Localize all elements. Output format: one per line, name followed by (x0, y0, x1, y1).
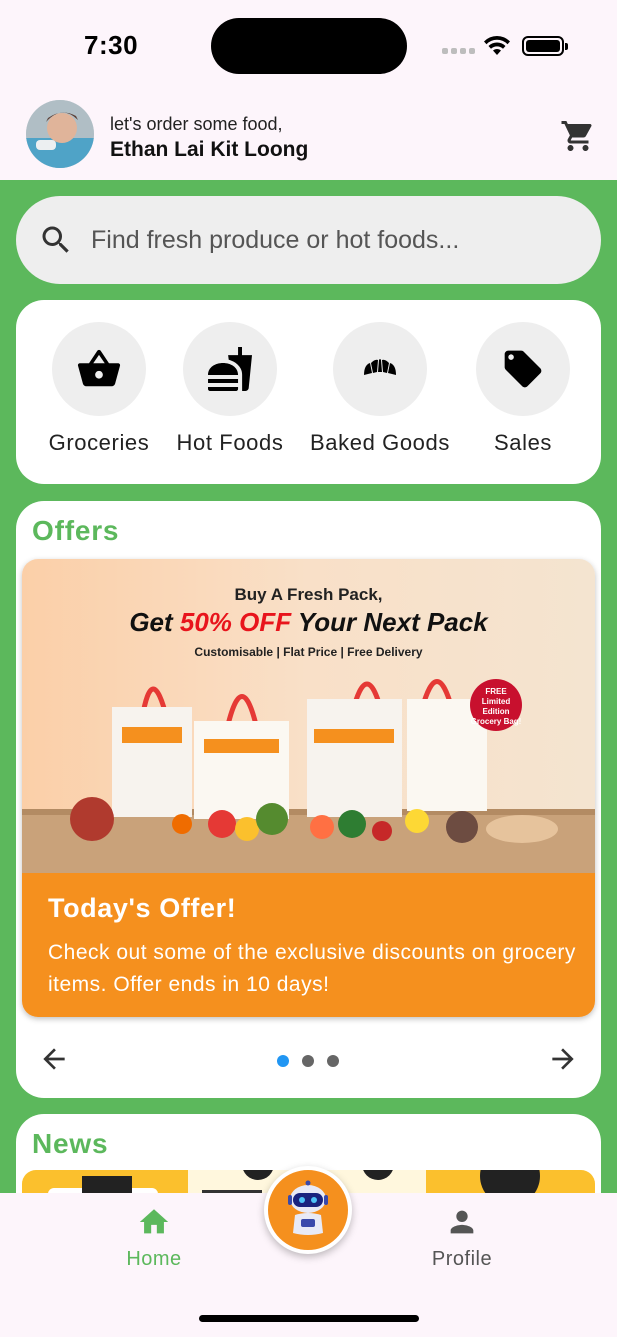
wifi-icon (484, 35, 510, 55)
user-name: Ethan Lai Kit Loong (110, 138, 309, 161)
category-label: Baked Goods (310, 430, 450, 455)
avatar[interactable] (26, 100, 94, 168)
categories-card: Groceries Hot Foods Baked Goods Sales (16, 300, 601, 484)
battery-icon (522, 36, 568, 56)
fast-food-icon (208, 347, 252, 391)
shopping-basket-icon (77, 349, 121, 387)
category-groceries[interactable]: Groceries (24, 322, 174, 456)
robot-assistant-icon (288, 1180, 328, 1235)
header: let's order some food, Ethan Lai Kit Loo… (0, 92, 617, 180)
shopping-cart-icon[interactable] (560, 118, 596, 154)
cellular-signal-icon (442, 48, 475, 54)
assistant-button[interactable] (264, 1166, 352, 1254)
search-input[interactable] (91, 220, 581, 260)
arrow-right-icon[interactable] (547, 1043, 579, 1075)
news-title: News (32, 1128, 109, 1159)
tag-icon (504, 350, 542, 388)
carousel-dot[interactable] (327, 1055, 339, 1067)
category-label: Hot Foods (176, 430, 284, 455)
main-content: Groceries Hot Foods Baked Goods (0, 180, 617, 1193)
category-sales[interactable]: Sales (448, 322, 598, 456)
search-icon (42, 226, 69, 253)
nav-profile[interactable]: Profile (402, 1205, 522, 1271)
dynamic-island (211, 18, 407, 74)
offer-body: Today's Offer! Check out some of the exc… (22, 873, 595, 1017)
category-label: Groceries (48, 430, 150, 455)
carousel-dot[interactable] (277, 1055, 289, 1067)
person-icon (450, 1210, 474, 1234)
offer-banner-image: Buy A Fresh Pack, Get 50% OFF Your Next … (22, 559, 595, 873)
home-indicator (199, 1315, 419, 1322)
offer-slide[interactable]: Buy A Fresh Pack, Get 50% OFF Your Next … (22, 559, 595, 1017)
croissant-icon (364, 359, 396, 375)
offers-card: Offers Buy A Fresh Pack, Get 50% OFF You… (16, 501, 601, 1098)
greeting-text: let's order some food, (110, 114, 283, 134)
nav-home-label: Home (126, 1248, 182, 1270)
status-bar: 7:30 (0, 0, 617, 92)
banner-subtext: Customisable | Flat Price | Free Deliver… (194, 645, 423, 659)
offer-title: Today's Offer! (48, 893, 237, 923)
category-hot-foods[interactable]: Hot Foods (155, 322, 305, 456)
offers-title: Offers (32, 515, 120, 546)
banner-headline: Buy A Fresh Pack, (234, 585, 383, 604)
arrow-left-icon[interactable] (38, 1043, 70, 1075)
nav-home[interactable]: Home (94, 1205, 214, 1271)
carousel-indicator (277, 1055, 339, 1067)
nav-profile-label: Profile (431, 1248, 493, 1270)
search-bar[interactable] (16, 196, 601, 284)
offer-description: Check out some of the exclusive discount… (48, 941, 576, 996)
home-icon (139, 1209, 169, 1234)
free-bag-badge: FREE Limited Edition Grocery Bag! (470, 679, 522, 731)
status-time: 7:30 (84, 30, 139, 60)
banner-tagline: Get 50% OFF Your Next Pack (129, 607, 488, 637)
category-label: Sales (493, 430, 553, 455)
bottom-navigation: Home Profile (0, 1166, 617, 1337)
category-baked-goods[interactable]: Baked Goods (305, 322, 455, 456)
carousel-dot[interactable] (302, 1055, 314, 1067)
